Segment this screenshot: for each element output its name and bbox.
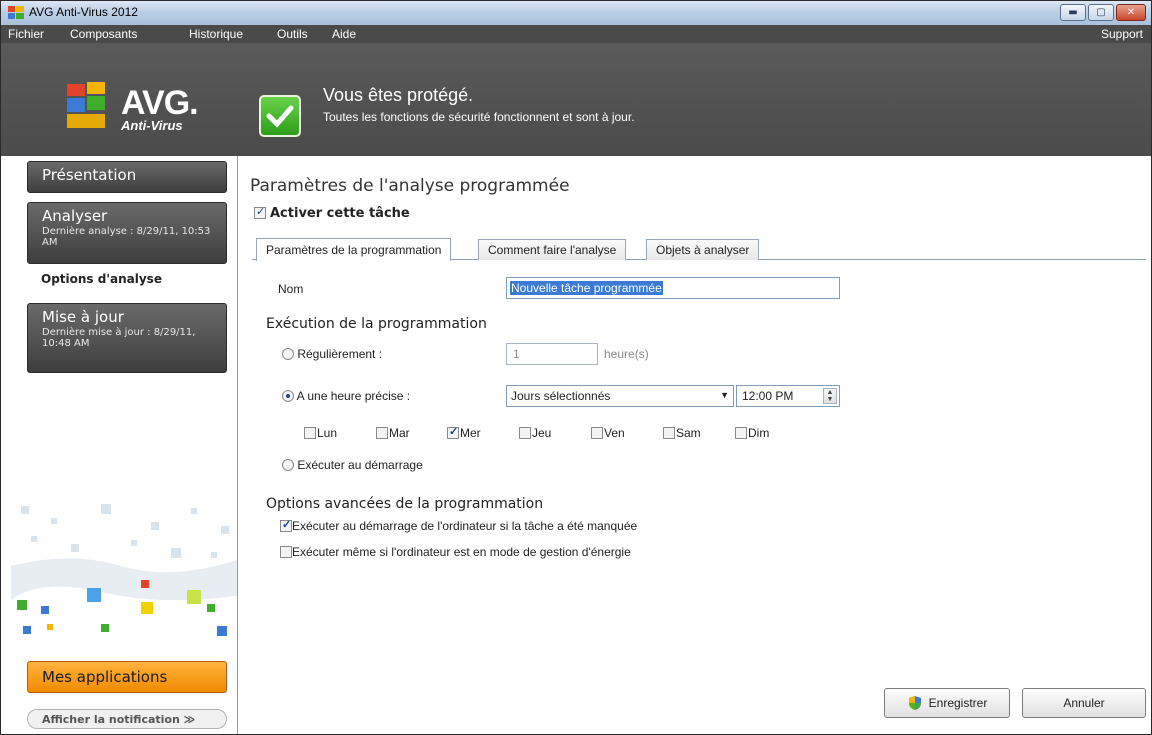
nav-update-sub: Dernière mise à jour : 8/29/11, 10:48 AM (42, 327, 196, 349)
time-value: 12:00 PM (742, 389, 794, 403)
day-mer[interactable]: Mer (447, 425, 481, 440)
task-name-value: Nouvelle tâche programmée (510, 281, 663, 295)
tab-comment-faire-analyse[interactable]: Comment faire l'analyse (478, 239, 627, 260)
mes-applications-button[interactable]: Mes applications (27, 661, 227, 693)
sidebar: Présentation Analyser Dernière analyse :… (1, 156, 237, 734)
adv-option-2-label: Exécuter même si l'ordinateur est en mod… (292, 545, 631, 559)
avg-flag-icon (67, 82, 105, 128)
decorative-pixels (11, 496, 237, 646)
page-title: Paramètres de l'analyse programmée (250, 176, 570, 196)
day-mar-checkbox[interactable] (376, 427, 388, 439)
nav-presentation-label: Présentation (42, 166, 137, 184)
startup-label: Exécuter au démarrage (297, 458, 423, 472)
day-dim[interactable]: Dim (735, 426, 769, 440)
menu-outils[interactable]: Outils (277, 27, 308, 41)
status-title: Vous êtes protégé. (323, 85, 474, 105)
nav-update-label: Mise à jour (42, 308, 124, 326)
nav-presentation[interactable]: Présentation (27, 161, 227, 193)
regular-label: Régulièrement : (297, 347, 383, 361)
day-mer-checkbox[interactable] (447, 425, 459, 439)
name-label: Nom (278, 282, 304, 296)
day-sam-checkbox[interactable] (663, 427, 675, 439)
window-title: AVG Anti-Virus 2012 (29, 5, 138, 19)
time-input[interactable]: 12:00 PM ▲ ▼ (736, 385, 840, 407)
nav-analyser[interactable]: Analyser Dernière analyse : 8/29/11, 10:… (27, 202, 227, 264)
enable-task-checkbox[interactable] (254, 205, 266, 219)
day-mar[interactable]: Mar (376, 426, 410, 440)
day-ven-label: Ven (604, 426, 625, 440)
day-lun-checkbox[interactable] (304, 427, 316, 439)
menu-bar: Fichier Composants Historique Outils Aid… (1, 25, 1151, 43)
tab-bar: Paramètres de la programmation Comment f… (252, 238, 1146, 261)
afficher-notification-button[interactable]: Afficher la notification ≫ (27, 709, 227, 729)
day-ven-checkbox[interactable] (591, 427, 603, 439)
task-name-input[interactable]: Nouvelle tâche programmée (506, 277, 840, 299)
adv-option-2-checkbox[interactable] (280, 546, 292, 558)
status-subtitle: Toutes les fonctions de sécurité fonctio… (323, 110, 635, 124)
menu-fichier[interactable]: Fichier (8, 27, 44, 41)
save-label: Enregistrer (928, 696, 988, 710)
day-sam[interactable]: Sam (663, 426, 701, 440)
spinner-icon[interactable]: ▲ ▼ (823, 388, 837, 404)
title-bar: AVG Anti-Virus 2012 ▬ ▢ ✕ (1, 1, 1151, 25)
regular-radio[interactable] (282, 348, 294, 360)
save-button[interactable]: Enregistrer (884, 688, 1010, 718)
day-dim-label: Dim (748, 426, 770, 440)
menu-composants[interactable]: Composants (70, 27, 137, 41)
hours-unit: heure(s) (604, 347, 649, 361)
hours-input[interactable]: 1 (506, 343, 598, 365)
day-lun-label: Lun (317, 426, 338, 440)
status-header: AVG. Anti-Virus Vous êtes protégé. Toute… (1, 43, 1151, 156)
section-advanced: Options avancées de la programmation (266, 496, 544, 512)
schedule-type-select[interactable]: Jours sélectionnés ▼ (506, 385, 734, 407)
day-jeu[interactable]: Jeu (519, 426, 551, 440)
logo-subtitle: Anti-Virus (121, 118, 183, 133)
day-mar-label: Mar (389, 426, 410, 440)
menu-support[interactable]: Support (1101, 27, 1143, 41)
nav-mise-a-jour[interactable]: Mise à jour Dernière mise à jour : 8/29/… (27, 303, 227, 373)
menu-historique[interactable]: Historique (189, 27, 243, 41)
startup-radio[interactable] (282, 459, 294, 471)
nav-options-analyse[interactable]: Options d'analyse (27, 268, 237, 294)
enable-task-label: Activer cette tâche (270, 206, 410, 221)
tab-objets-a-analyser[interactable]: Objets à analyser (646, 239, 760, 260)
cancel-button[interactable]: Annuler (1022, 688, 1146, 718)
nav-analyser-label: Analyser (42, 207, 108, 225)
day-mer-label: Mer (460, 426, 481, 440)
startup-row[interactable]: Exécuter au démarrage (282, 458, 423, 472)
shield-icon (908, 696, 921, 710)
avg-logo: AVG. Anti-Virus (65, 80, 199, 136)
day-jeu-checkbox[interactable] (519, 427, 531, 439)
precise-label: A une heure précise : (296, 389, 411, 403)
minimize-icon[interactable]: ▬ (1060, 4, 1086, 21)
app-window: AVG Anti-Virus 2012 ▬ ▢ ✕ Fichier Compos… (0, 0, 1152, 735)
close-icon[interactable]: ✕ (1116, 4, 1146, 21)
adv-option-1[interactable]: Exécuter au démarrage de l'ordinateur si… (280, 518, 638, 533)
cancel-label: Annuler (1063, 696, 1105, 710)
day-lun[interactable]: Lun (304, 426, 337, 440)
main-panel: Paramètres de l'analyse programmée Activ… (237, 156, 1151, 734)
schedule-type-value: Jours sélectionnés (511, 389, 611, 403)
adv-option-1-label: Exécuter au démarrage de l'ordinateur si… (292, 519, 638, 533)
day-jeu-label: Jeu (532, 426, 552, 440)
precise-radio[interactable] (282, 390, 294, 402)
day-sam-label: Sam (676, 426, 701, 440)
avg-app-icon (8, 6, 24, 19)
enable-task-row[interactable]: Activer cette tâche (254, 205, 410, 221)
maximize-icon[interactable]: ▢ (1088, 4, 1114, 21)
section-execution: Exécution de la programmation (266, 316, 487, 332)
nav-analyser-sub: Dernière analyse : 8/29/11, 10:53 AM (42, 226, 211, 248)
tab-parametres-programmation[interactable]: Paramètres de la programmation (256, 238, 452, 261)
adv-option-2[interactable]: Exécuter même si l'ordinateur est en mod… (280, 545, 631, 559)
adv-option-1-checkbox[interactable] (280, 518, 292, 532)
day-ven[interactable]: Ven (591, 426, 625, 440)
regular-row[interactable]: Régulièrement : (282, 347, 382, 361)
check-icon (259, 95, 301, 137)
chevron-down-icon: ▼ (720, 390, 729, 400)
day-dim-checkbox[interactable] (735, 427, 747, 439)
precise-row[interactable]: A une heure précise : (282, 389, 410, 403)
menu-aide[interactable]: Aide (332, 27, 356, 41)
